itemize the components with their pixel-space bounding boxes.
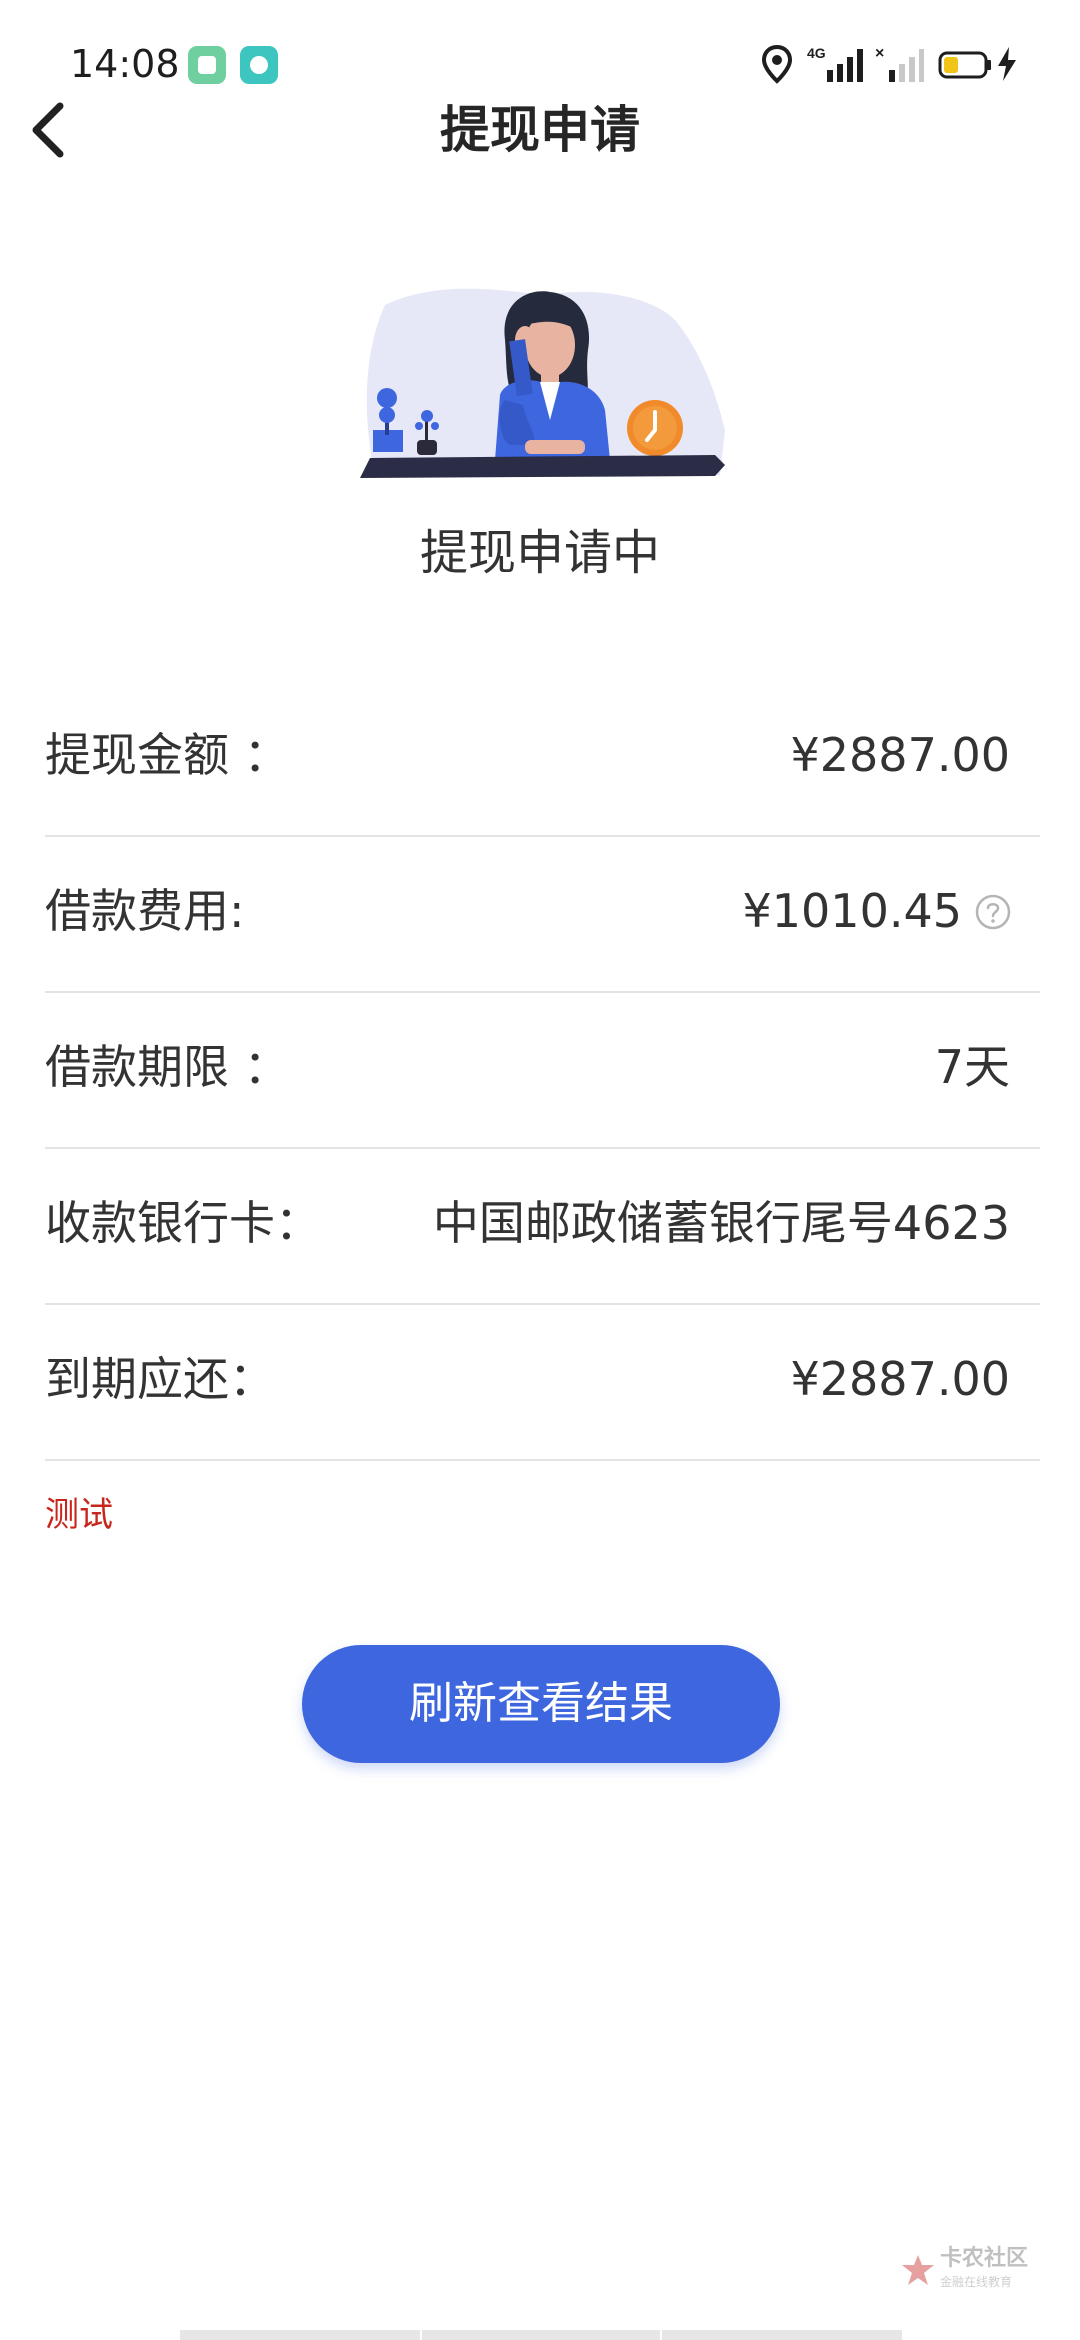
bottom-nav-segment <box>662 2330 902 2340</box>
bottom-nav-segment <box>422 2330 660 2340</box>
woman-waiting-illustration <box>360 288 725 478</box>
amount-value: ¥2887.00 <box>790 728 1011 782</box>
location-icon <box>761 44 793 84</box>
refresh-result-button[interactable]: 刷新查看结果 <box>302 1645 780 1763</box>
term-value: 7天 <box>934 1040 1010 1094</box>
watermark-logo-icon <box>902 2255 934 2285</box>
status-time: 14:08 <box>70 42 180 86</box>
svg-text:×: × <box>875 45 884 62</box>
app-notification-icon <box>240 46 278 84</box>
repayment-label: 到期应还： <box>45 1352 275 1406</box>
bottom-nav-segment <box>180 2330 420 2340</box>
test-note: 测试 <box>45 1495 113 1535</box>
network-type-label: 4G <box>807 45 826 61</box>
detail-row-amount: 提现金额 ： ¥2887.00 <box>45 680 1040 837</box>
bank-card-value: 中国邮政储蓄银行尾号4623 <box>432 1196 1010 1250</box>
status-title: 提现申请中 <box>419 525 660 581</box>
charging-icon <box>998 47 1016 81</box>
community-watermark: 卡农社区 金融在线教育 <box>900 2245 1030 2295</box>
bank-card-label: 收款银行卡： <box>45 1196 321 1250</box>
page-title: 提现申请 <box>440 101 640 159</box>
signal-4g-icon: 4G <box>807 45 863 82</box>
detail-row-term: 借款期限 ： 7天 <box>45 992 1040 1149</box>
question-circle-icon[interactable] <box>974 893 1012 931</box>
amount-label: 提现金额 ： <box>45 728 290 782</box>
battery-low-icon <box>938 51 991 79</box>
detail-row-bank-card: 收款银行卡： 中国邮政储蓄银行尾号4623 <box>45 1148 1040 1305</box>
fee-value: ¥1010.45 <box>742 884 963 938</box>
watermark-text: 卡农社区 <box>940 2246 1029 2271</box>
watermark-subtext: 金融在线教育 <box>940 2275 1013 2289</box>
detail-row-fee: 借款费用: ¥1010.45 <box>45 836 1040 993</box>
repayment-value: ¥2887.00 <box>790 1352 1011 1406</box>
fee-label: 借款费用: <box>45 884 245 938</box>
detail-row-repayment: 到期应还： ¥2887.00 <box>45 1304 1040 1461</box>
term-label: 借款期限 ： <box>45 1040 290 1094</box>
no-signal-icon: × <box>875 45 924 82</box>
app-notification-icon <box>188 46 226 84</box>
